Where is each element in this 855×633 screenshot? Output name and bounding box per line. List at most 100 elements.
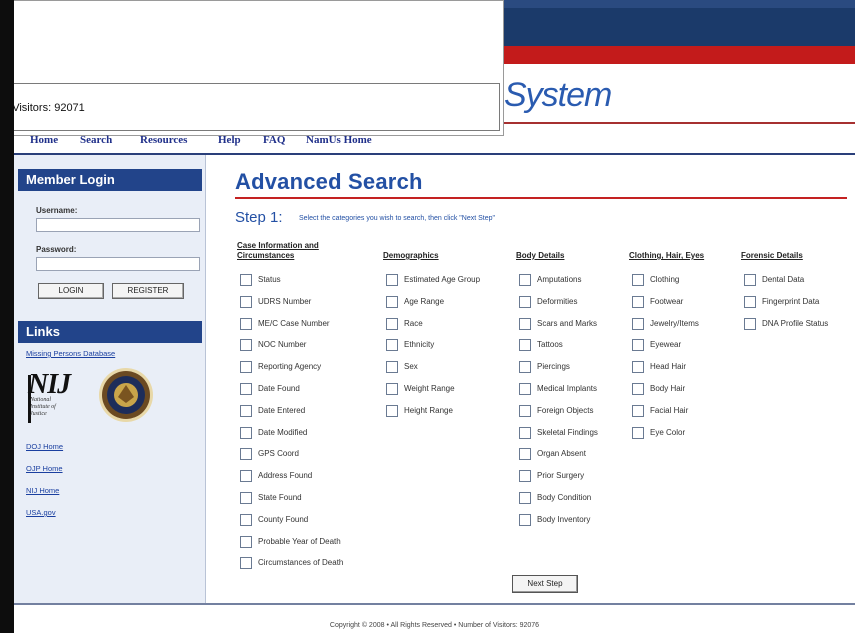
category-checkbox[interactable] — [519, 470, 531, 483]
category-checkbox-label: Deformities — [537, 296, 578, 306]
category-checkbox[interactable] — [240, 383, 252, 395]
doj-seal-icon[interactable] — [98, 367, 154, 423]
category-checkbox[interactable] — [744, 317, 756, 330]
login-button[interactable]: LOGIN — [38, 283, 104, 299]
column-heading-line: Case Information and — [237, 241, 319, 250]
category-checkbox[interactable] — [632, 295, 644, 308]
category-checkbox[interactable] — [386, 404, 398, 417]
step-instructions: Select the categories you wish to search… — [299, 215, 496, 222]
category-checkbox[interactable] — [519, 361, 531, 374]
category-checkbox[interactable] — [519, 448, 531, 461]
title-rule — [235, 197, 847, 199]
category-checkbox[interactable] — [386, 295, 398, 308]
site-title-partial: System — [504, 76, 612, 114]
category-checkbox[interactable] — [240, 404, 252, 417]
column-heading-line: Forensic Details — [741, 251, 803, 260]
category-checkbox-label: Body Condition — [537, 493, 592, 502]
category-checkbox-label: Footwear — [650, 296, 684, 306]
category-checkbox[interactable] — [240, 535, 252, 548]
category-checkbox[interactable] — [632, 383, 644, 395]
category-checkbox[interactable] — [240, 274, 252, 286]
category-checkbox[interactable] — [386, 274, 398, 286]
category-checkbox-label: Address Found — [258, 471, 313, 481]
ojp-home-link[interactable]: OJP Home — [26, 464, 63, 473]
category-checkbox[interactable] — [632, 339, 644, 352]
category-checkbox[interactable] — [240, 317, 252, 330]
category-checkbox-label: State Found — [258, 493, 302, 502]
category-checkbox[interactable] — [240, 426, 252, 439]
category-checkbox[interactable] — [240, 295, 252, 308]
category-checkbox[interactable] — [632, 404, 644, 417]
category-checkbox[interactable] — [519, 404, 531, 417]
nav-namus-home[interactable]: NamUs Home — [306, 134, 372, 146]
nij-logo[interactable]: NIJ National Institute of Justice — [28, 369, 90, 425]
category-checkbox[interactable] — [240, 448, 252, 461]
category-checkbox[interactable] — [519, 492, 531, 504]
category-checkbox[interactable] — [632, 317, 644, 330]
category-checkbox[interactable] — [240, 361, 252, 374]
register-button[interactable]: REGISTER — [112, 283, 184, 299]
doj-home-link[interactable]: DOJ Home — [26, 442, 63, 451]
category-checkbox[interactable] — [519, 295, 531, 308]
category-checkbox-label: NOC Number — [258, 340, 307, 350]
category-checkbox[interactable] — [519, 317, 531, 330]
category-checkbox[interactable] — [632, 274, 644, 286]
column-heading: Demographics — [383, 251, 439, 261]
category-checkbox[interactable] — [744, 274, 756, 286]
category-checkbox[interactable] — [519, 339, 531, 352]
category-checkbox-label: Sex — [404, 362, 418, 372]
category-checkbox[interactable] — [519, 513, 531, 526]
category-checkbox[interactable] — [519, 426, 531, 439]
column-heading: Body Details — [516, 251, 564, 261]
category-checkbox[interactable] — [632, 361, 644, 374]
username-input[interactable] — [36, 218, 200, 232]
category-checkbox[interactable] — [386, 361, 398, 374]
header-banner-dark — [500, 0, 855, 46]
category-checkbox-label: Reporting Agency — [258, 362, 322, 372]
category-checkbox-label: UDRS Number — [258, 296, 312, 306]
category-checkbox-label: Clothing — [650, 275, 680, 284]
nav-faq[interactable]: FAQ — [263, 134, 285, 146]
category-checkbox[interactable] — [240, 557, 252, 570]
category-checkbox[interactable] — [240, 470, 252, 483]
category-checkbox-label: Head Hair — [650, 362, 687, 372]
category-checkbox-label: Probable Year of Death — [258, 536, 341, 546]
category-checkbox-label: Date Entered — [258, 405, 306, 415]
category-checkbox[interactable] — [386, 339, 398, 352]
usa-gov-link[interactable]: USA.gov — [26, 508, 56, 517]
next-step-button[interactable]: Next Step — [512, 575, 578, 593]
category-checkbox[interactable] — [386, 383, 398, 395]
category-checkbox[interactable] — [519, 383, 531, 395]
top-nav: Home Search Resources Help FAQ NamUs Hom… — [14, 134, 855, 154]
category-checkbox[interactable] — [519, 274, 531, 286]
sidebar: Member Login Username: Password: LOGIN R… — [14, 155, 206, 603]
category-checkbox-label: Piercings — [537, 362, 570, 372]
category-checkbox-label: Fingerprint Data — [762, 296, 820, 306]
column-heading: Clothing, Hair, Eyes — [629, 251, 704, 261]
overlay-popup-window: of Visitors: 92071 — [0, 0, 504, 136]
missing-persons-database-link[interactable]: Missing Persons Database — [26, 349, 115, 358]
category-checkbox-label: GPS Coord — [258, 449, 299, 459]
column-heading: Case Information and Circumstances — [237, 241, 319, 261]
category-checkbox-label: Scars and Marks — [537, 318, 598, 328]
password-input[interactable] — [36, 257, 200, 271]
category-checkbox-label: Estimated Age Group — [404, 275, 481, 284]
nij-home-link[interactable]: NIJ Home — [26, 486, 59, 495]
category-checkbox-label: Race — [404, 318, 423, 328]
nav-home[interactable]: Home — [30, 134, 58, 146]
category-checkbox[interactable] — [386, 317, 398, 330]
nav-help[interactable]: Help — [218, 134, 241, 146]
member-login-heading: Member Login — [18, 169, 202, 191]
category-checkbox[interactable] — [240, 513, 252, 526]
links-heading: Links — [18, 321, 202, 343]
nav-search[interactable]: Search — [80, 134, 112, 146]
category-checkbox[interactable] — [632, 426, 644, 439]
category-checkbox-label: Status — [258, 275, 281, 284]
category-checkbox[interactable] — [744, 295, 756, 308]
category-checkbox-label: Eye Color — [650, 427, 686, 437]
password-label: Password: — [36, 245, 77, 254]
category-checkbox-label: Height Range — [404, 405, 453, 415]
category-checkbox[interactable] — [240, 492, 252, 504]
category-checkbox[interactable] — [240, 339, 252, 352]
nav-resources[interactable]: Resources — [140, 134, 187, 146]
